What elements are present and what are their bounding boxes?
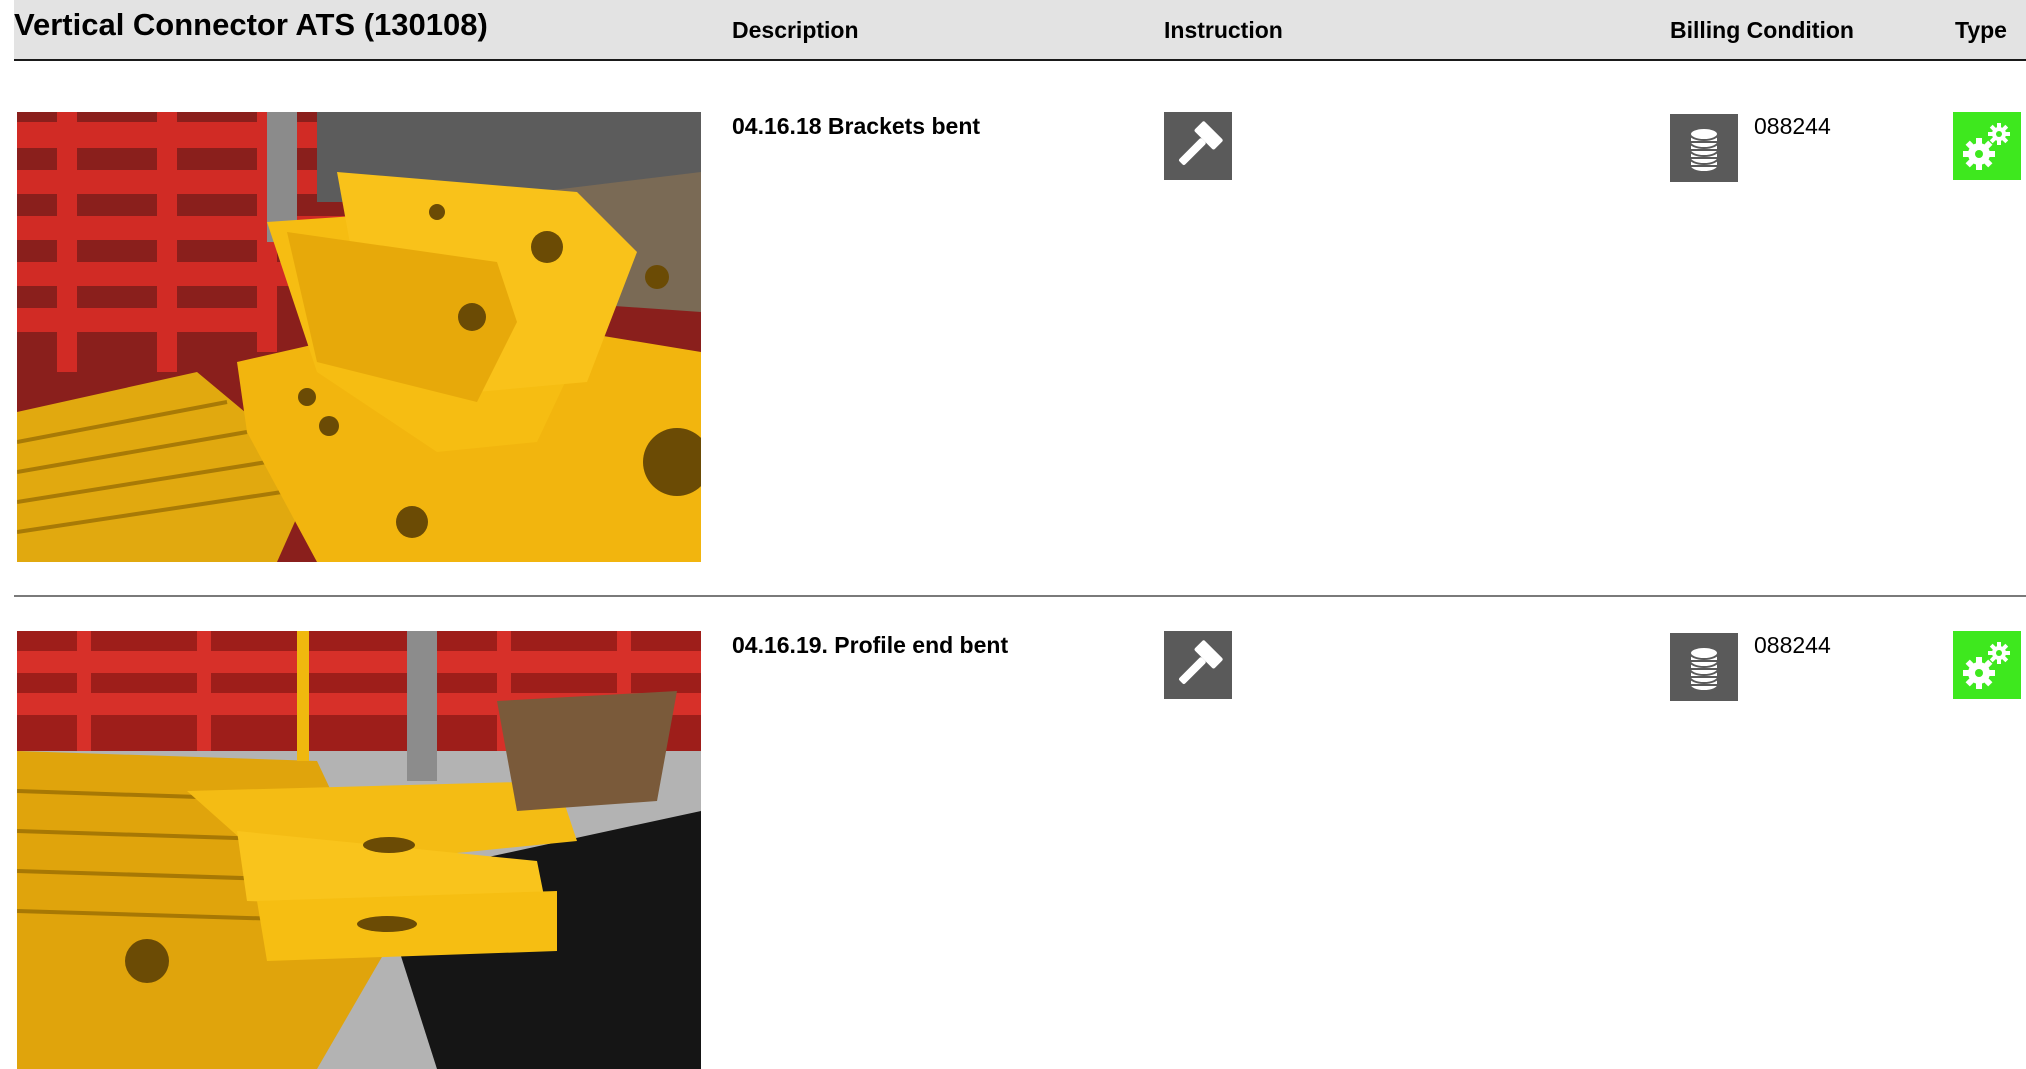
row-description: 04.16.18 Brackets bent — [732, 113, 981, 139]
coin-stack-icon[interactable] — [1670, 633, 1738, 701]
gears-icon[interactable] — [1953, 112, 2021, 180]
column-header-billing-condition: Billing Condition — [1670, 17, 1854, 43]
damage-photo — [17, 112, 701, 562]
damage-photo — [17, 631, 701, 1069]
billing-code: 088244 — [1754, 113, 1831, 139]
row-description: 04.16.19. Profile end bent — [732, 632, 1009, 658]
table-header: Vertical Connector ATS (130108) Descript… — [14, 0, 2026, 61]
gears-icon[interactable] — [1953, 631, 2021, 699]
hammer-icon[interactable] — [1164, 112, 1232, 180]
coin-stack-icon[interactable] — [1670, 114, 1738, 182]
billing-code: 088244 — [1754, 632, 1831, 658]
hammer-icon[interactable] — [1164, 631, 1232, 699]
column-header-type: Type — [1955, 17, 2007, 43]
table-row: 04.16.19. Profile end bent 088244 — [0, 631, 2026, 1069]
column-header-description: Description — [732, 17, 859, 43]
page-title: Vertical Connector ATS (130108) — [14, 7, 488, 42]
table-row: 04.16.18 Brackets bent 088244 — [0, 112, 2026, 596]
row-divider — [14, 595, 2026, 597]
column-header-instruction: Instruction — [1164, 17, 1283, 43]
